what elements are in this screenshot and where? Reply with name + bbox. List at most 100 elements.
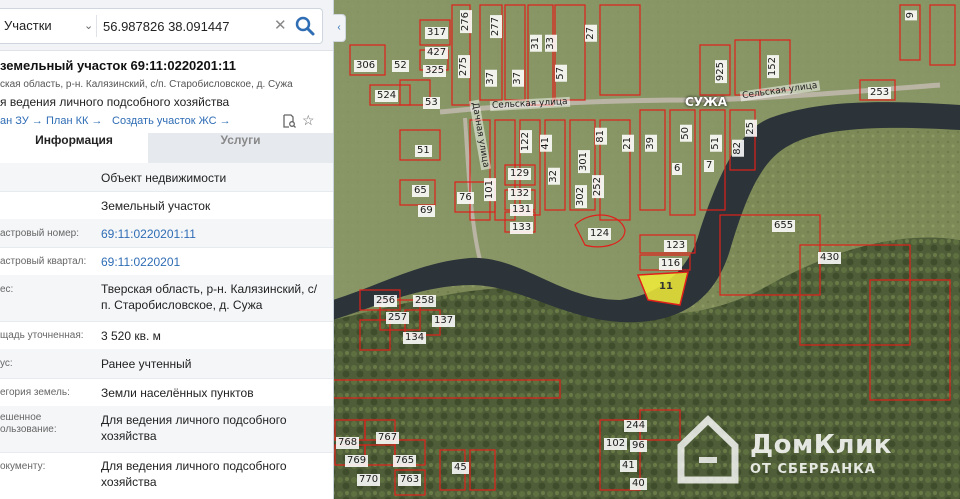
parcel-number-label: 116 xyxy=(659,258,683,270)
parcel-number-label: 50 xyxy=(680,125,692,142)
cadastral-number-link[interactable]: 69:11:0220201:11 xyxy=(101,226,326,242)
plan-zu-link[interactable]: ан ЗУ → xyxy=(0,115,43,127)
parcel-number-label: 124 xyxy=(588,228,612,240)
search-input[interactable] xyxy=(103,13,268,39)
table-row: астровый квартал: 69:11:0220201 xyxy=(0,247,333,276)
row-label: ус: xyxy=(0,358,13,369)
parcel-number-label: 276 xyxy=(460,10,472,34)
parcel-number-label: 275 xyxy=(458,55,470,79)
parcel-number-label: 252 xyxy=(592,175,604,199)
layer-select[interactable]: Участки xyxy=(4,9,52,43)
parcel-number-label: 37 xyxy=(485,70,497,87)
clear-icon[interactable]: ✕ xyxy=(274,9,287,43)
parcel-number-label: 9 xyxy=(905,10,917,21)
parcel-number-label: 57 xyxy=(555,65,567,82)
panel-tabs: Информация Услуги xyxy=(0,133,333,165)
cadastral-quarter-link[interactable]: 69:11:0220201 xyxy=(101,254,326,270)
parcel-number-label: 925 xyxy=(715,60,727,84)
parcel-number-label: 317 xyxy=(425,27,449,39)
parcel-number-label: 123 xyxy=(664,240,688,252)
row-value: Объект недвижимости xyxy=(101,171,227,185)
table-row: щадь уточненная: 3 520 кв. м xyxy=(0,321,333,350)
parcel-number-label: 137 xyxy=(432,315,456,327)
table-row: ус: Ранее учтенный xyxy=(0,349,333,379)
search-icon[interactable] xyxy=(294,15,316,37)
parcel-number-label: 524 xyxy=(375,90,399,102)
parcel-number-label: 655 xyxy=(772,220,796,232)
row-label: щадь уточненная: xyxy=(0,330,84,341)
star-icon[interactable]: ☆ xyxy=(302,112,315,129)
parcel-number-label: 763 xyxy=(398,474,422,486)
row-value: Для ведения личного подсобного хозяйства xyxy=(101,459,287,489)
row-label: окументу: xyxy=(0,461,46,472)
parcel-number-label: 769 xyxy=(345,455,369,467)
search-divider xyxy=(96,15,97,37)
row-value: Для ведения личного подсобного хозяйства xyxy=(101,413,287,443)
parcel-number-label: 7 xyxy=(704,160,715,172)
table-row: ешенное ользование: Для ведения личного … xyxy=(0,406,333,453)
parcel-number-label: 102 xyxy=(604,438,628,450)
parcel-number-label: 302 xyxy=(575,185,587,209)
row-label: ешенное ользование: xyxy=(0,412,57,435)
table-row: егория земель: Земли населённых пунктов xyxy=(0,378,333,407)
create-parcel-link[interactable]: Создать участок ЖС → xyxy=(112,115,231,127)
parcel-number-label: 325 xyxy=(423,65,447,77)
parcel-number-label: 82 xyxy=(732,140,744,157)
parcel-title: земельный участок 69:11:0220201:11 xyxy=(0,58,237,73)
table-row: окументу: Для ведения личного подсобного… xyxy=(0,452,333,499)
row-label: ес: xyxy=(0,284,14,295)
parcel-number-label: 69 xyxy=(418,205,435,217)
parcel-number-label: 21 xyxy=(622,135,634,152)
parcel-number-label: 32 xyxy=(548,168,560,185)
parcel-number-label: 253 xyxy=(868,87,892,99)
row-value: Земельный участок xyxy=(101,199,211,213)
parcel-number-label: 27 xyxy=(585,25,597,42)
search-bar: Участки ⌄ ✕ xyxy=(0,0,333,51)
parcel-number-label: 129 xyxy=(508,168,532,180)
row-value: Земли населённых пунктов xyxy=(101,386,254,400)
parcel-number-label: 765 xyxy=(393,455,417,467)
parcel-number-label: 51 xyxy=(415,145,432,157)
parcel-number-label: 256 xyxy=(374,295,398,307)
parcel-number-label: 244 xyxy=(624,420,648,432)
parcel-number-label: 40 xyxy=(630,478,647,490)
parcel-number-label: 132 xyxy=(508,188,532,200)
watermark-subtitle: ОТ СБЕРБАНКА xyxy=(750,462,876,477)
domclick-watermark: ДомКлик ОТ СБЕРБАНКА xyxy=(668,400,918,492)
house-logo-icon xyxy=(677,415,739,484)
parcel-number-label: 45 xyxy=(452,462,469,474)
watermark-brand: ДомКлик xyxy=(750,430,892,460)
tab-information[interactable]: Информация xyxy=(0,133,148,165)
parcel-number-label: 133 xyxy=(510,222,534,234)
parcel-number-label: 768 xyxy=(336,437,360,449)
row-label: егория земель: xyxy=(0,387,70,398)
parcel-number-label: 767 xyxy=(376,432,400,444)
parcel-number-label: 33 xyxy=(545,35,557,52)
village-name-label: СУЖА xyxy=(685,95,728,109)
parcel-number-label: 152 xyxy=(767,55,779,79)
collapse-panel-button[interactable]: ‹ xyxy=(333,14,346,42)
parcel-number-label: 257 xyxy=(386,312,410,324)
parcel-number-label: 41 xyxy=(540,135,552,152)
document-search-icon[interactable] xyxy=(282,114,296,128)
search-box: Участки ⌄ ✕ xyxy=(0,8,323,44)
parcel-number-label: 39 xyxy=(645,135,657,152)
parcel-number-label: 25 xyxy=(745,120,757,137)
parcel-number-label: 430 xyxy=(818,252,842,264)
chevron-down-icon[interactable]: ⌄ xyxy=(84,9,93,43)
parcel-number-label: 770 xyxy=(357,474,381,486)
row-label: астровый квартал: xyxy=(0,256,87,267)
row-value: 3 520 кв. м xyxy=(101,329,161,343)
parcel-number-label: 306 xyxy=(354,60,378,72)
parcel-number-label: 96 xyxy=(630,440,647,452)
parcel-number-label: 6 xyxy=(672,163,683,175)
info-panel: Участки ⌄ ✕ ‹ земельный участок 69:11:02… xyxy=(0,0,346,499)
parcel-number-label: 131 xyxy=(510,204,534,216)
tab-services[interactable]: Услуги xyxy=(148,133,333,163)
parcel-permitted-use: я ведения личного подсобного хозяйства xyxy=(0,95,230,109)
parcel-number-label: 134 xyxy=(403,332,427,344)
parcel-number-label: 51 xyxy=(710,135,722,152)
plan-kk-link[interactable]: План КК → xyxy=(46,115,102,127)
parcel-address: ская область, р-н. Калязинский, с/п. Ста… xyxy=(0,79,293,90)
row-value: Ранее учтенный xyxy=(101,357,192,371)
